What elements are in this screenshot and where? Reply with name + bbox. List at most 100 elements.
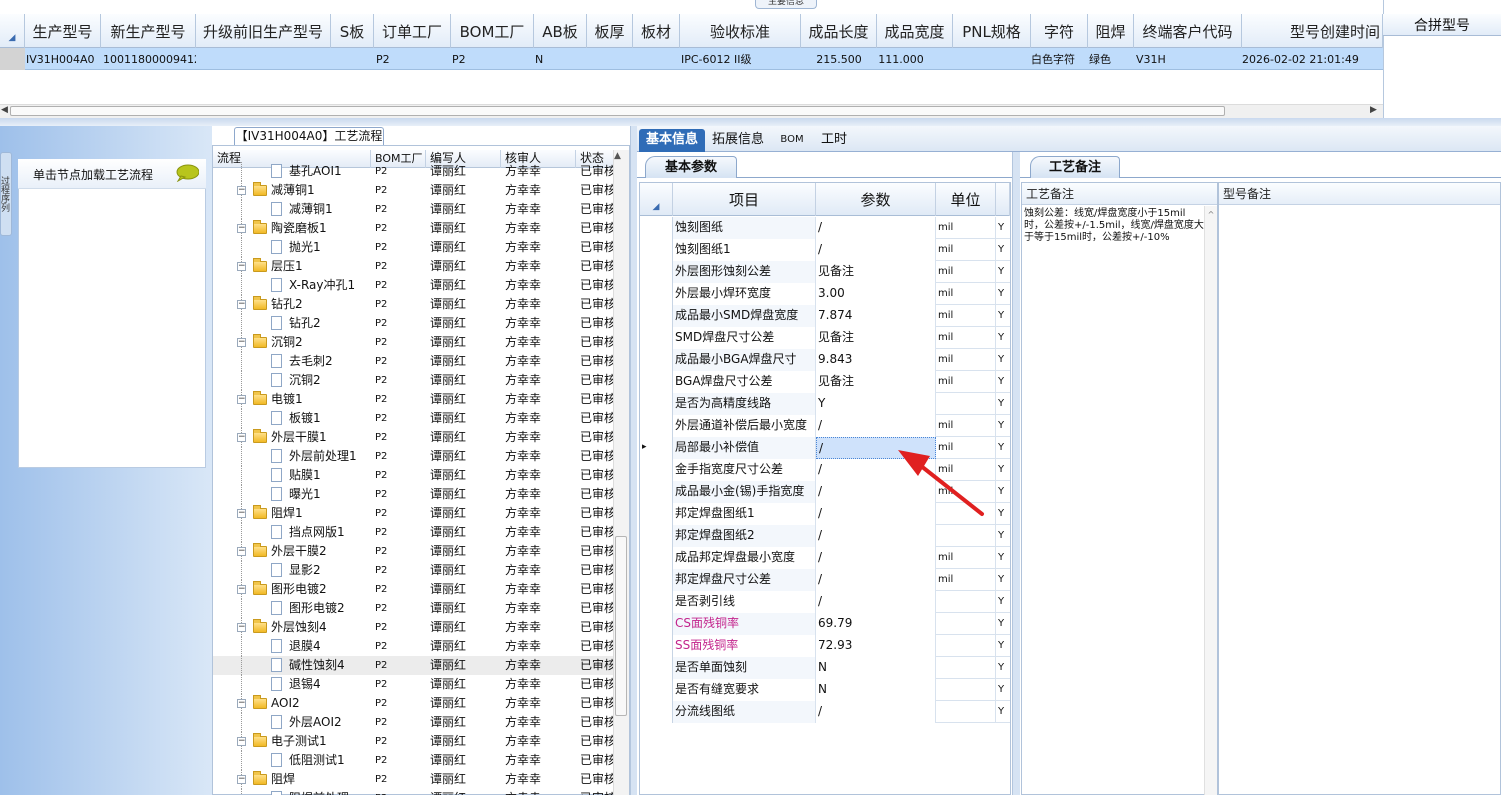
- process-row[interactable]: 低阻测试1 P2 谭丽红 方幸幸 已审核: [213, 751, 613, 770]
- tab-bom[interactable]: BOM: [777, 129, 807, 152]
- splitter[interactable]: [630, 126, 637, 795]
- process-row[interactable]: − 沉铜2 P2 谭丽红 方幸幸 已审核: [213, 333, 613, 352]
- process-row[interactable]: − 层压1 P2 谭丽红 方幸幸 已审核: [213, 257, 613, 276]
- table-row[interactable]: IV31H004A0 10011800009412 P2 P2 N IPC-60…: [0, 48, 1383, 70]
- row-selector[interactable]: [640, 547, 673, 569]
- col-header[interactable]: 字符: [1031, 14, 1088, 48]
- param-row[interactable]: SS面残铜率 72.93 Y: [640, 635, 1010, 657]
- table-cell[interactable]: [331, 48, 374, 70]
- col-header[interactable]: 阻焊: [1088, 14, 1134, 48]
- col-header[interactable]: 成品长度: [801, 14, 877, 48]
- process-row[interactable]: 沉铜2 P2 谭丽红 方幸幸 已审核: [213, 371, 613, 390]
- tab-work-hours[interactable]: 工时: [817, 129, 851, 152]
- process-row[interactable]: 挡点网版1 P2 谭丽红 方幸幸 已审核: [213, 523, 613, 542]
- process-row[interactable]: 碱性蚀刻4 P2 谭丽红 方幸幸 已审核: [213, 656, 613, 675]
- row-selector[interactable]: [640, 393, 673, 415]
- col-header[interactable]: 参数: [816, 183, 936, 216]
- process-row[interactable]: 钻孔2 P2 谭丽红 方幸幸 已审核: [213, 314, 613, 333]
- param-row[interactable]: CS面残铜率 69.79 Y: [640, 613, 1010, 635]
- row-selector[interactable]: [640, 503, 673, 525]
- table-cell[interactable]: P2: [376, 48, 451, 70]
- table-cell[interactable]: IPC-6012 II级: [681, 48, 801, 70]
- param-value[interactable]: /: [816, 217, 936, 239]
- left-strip-tab[interactable]: 过程序列: [0, 152, 12, 236]
- process-row[interactable]: 退锡4 P2 谭丽红 方幸幸 已审核: [213, 675, 613, 694]
- process-flow-tab[interactable]: 【IV31H004A0】工艺流程: [234, 127, 384, 145]
- row-selector[interactable]: [640, 657, 673, 679]
- param-value[interactable]: 见备注: [816, 371, 936, 393]
- process-row[interactable]: − 图形电镀2 P2 谭丽红 方幸幸 已审核: [213, 580, 613, 599]
- param-row[interactable]: 分流线图纸 / Y: [640, 701, 1010, 723]
- param-value[interactable]: Y: [816, 393, 936, 415]
- process-remarks-tab[interactable]: 工艺备注: [1030, 156, 1120, 178]
- collapse-icon[interactable]: −: [237, 433, 246, 442]
- process-row[interactable]: 板镀1 P2 谭丽红 方幸幸 已审核: [213, 409, 613, 428]
- collapse-icon[interactable]: −: [237, 186, 246, 195]
- process-row[interactable]: 退膜4 P2 谭丽红 方幸幸 已审核: [213, 637, 613, 656]
- param-value[interactable]: /: [816, 701, 936, 723]
- param-value[interactable]: 7.874: [816, 305, 936, 327]
- process-row[interactable]: − AOI2 P2 谭丽红 方幸幸 已审核: [213, 694, 613, 713]
- col-header[interactable]: 单位: [936, 183, 996, 216]
- process-row[interactable]: 减薄铜1 P2 谭丽红 方幸幸 已审核: [213, 200, 613, 219]
- col-header[interactable]: 订单工厂: [374, 14, 451, 48]
- row-selector[interactable]: [640, 591, 673, 613]
- row-selector[interactable]: [640, 327, 673, 349]
- scroll-left-icon[interactable]: ◀: [1, 105, 8, 115]
- tab-extended-info[interactable]: 拓展信息: [707, 129, 769, 152]
- row-selector-header[interactable]: ◢: [640, 183, 673, 216]
- row-selector[interactable]: [640, 261, 673, 283]
- collapse-icon[interactable]: −: [237, 699, 246, 708]
- param-row[interactable]: BGA焊盘尺寸公差 见备注 mil Y: [640, 371, 1010, 393]
- col-header[interactable]: 板厚: [587, 14, 633, 48]
- row-selector[interactable]: [0, 48, 25, 70]
- table-cell[interactable]: P2: [452, 48, 534, 70]
- collapse-icon[interactable]: −: [237, 585, 246, 594]
- param-value[interactable]: 69.79: [816, 613, 936, 635]
- process-row[interactable]: 显影2 P2 谭丽红 方幸幸 已审核: [213, 561, 613, 580]
- param-row[interactable]: 是否剥引线 / Y: [640, 591, 1010, 613]
- process-row[interactable]: 基孔AOI1 P2 谭丽红 方幸幸 已审核: [213, 162, 613, 181]
- row-selector[interactable]: [640, 481, 673, 503]
- param-row[interactable]: 蚀刻图纸1/mil Y: [640, 239, 1010, 261]
- process-row[interactable]: − 钻孔2 P2 谭丽红 方幸幸 已审核: [213, 295, 613, 314]
- param-row[interactable]: 成品最小BGA焊盘尺寸 9.843 mil Y: [640, 349, 1010, 371]
- scroll-up-icon[interactable]: ▲: [614, 151, 621, 161]
- table-cell[interactable]: 白色字符: [1031, 48, 1088, 70]
- process-row[interactable]: − 外层干膜1 P2 谭丽红 方幸幸 已审核: [213, 428, 613, 447]
- row-selector[interactable]: [640, 217, 673, 239]
- table-cell[interactable]: [953, 48, 1031, 70]
- row-selector[interactable]: [640, 305, 673, 327]
- speech-bubble-icon[interactable]: [175, 164, 200, 183]
- row-selector[interactable]: [640, 415, 673, 437]
- col-header[interactable]: 项目: [673, 183, 816, 216]
- param-value[interactable]: N: [816, 679, 936, 701]
- param-value[interactable]: 见备注: [816, 327, 936, 349]
- param-value[interactable]: /: [816, 239, 936, 261]
- collapse-icon[interactable]: −: [237, 775, 246, 784]
- basic-params-tab[interactable]: 基本参数: [645, 156, 737, 178]
- row-selector[interactable]: [640, 239, 673, 261]
- process-row[interactable]: − 减薄铜1 P2 谭丽红 方幸幸 已审核: [213, 181, 613, 200]
- process-row[interactable]: − 电子测试1 P2 谭丽红 方幸幸 已审核: [213, 732, 613, 751]
- main-info-tab[interactable]: 主要信息: [755, 0, 817, 9]
- process-row[interactable]: − 外层干膜2 P2 谭丽红 方幸幸 已审核: [213, 542, 613, 561]
- scroll-right-icon[interactable]: ▶: [1370, 105, 1377, 115]
- collapse-icon[interactable]: −: [237, 623, 246, 632]
- col-header[interactable]: 型号创建时间: [1242, 14, 1383, 48]
- process-row[interactable]: − 外层蚀刻4 P2 谭丽红 方幸幸 已审核: [213, 618, 613, 637]
- param-row[interactable]: 邦定焊盘尺寸公差 / mil Y: [640, 569, 1010, 591]
- param-value[interactable]: 见备注: [816, 261, 936, 283]
- table-cell[interactable]: [587, 48, 633, 70]
- row-selector[interactable]: [640, 525, 673, 547]
- collapse-icon[interactable]: −: [237, 300, 246, 309]
- row-selector[interactable]: [640, 283, 673, 305]
- param-row[interactable]: 是否为高精度线路 Y Y: [640, 393, 1010, 415]
- table-cell[interactable]: IV31H004A0: [26, 48, 101, 70]
- model-remarks-box[interactable]: [1218, 182, 1501, 795]
- param-value[interactable]: /: [816, 415, 936, 437]
- param-row[interactable]: SMD焊盘尺寸公差 见备注 mil Y: [640, 327, 1010, 349]
- process-row[interactable]: 抛光1 P2 谭丽红 方幸幸 已审核: [213, 238, 613, 257]
- param-row[interactable]: 成品最小SMD焊盘宽度 7.874 mil Y: [640, 305, 1010, 327]
- col-header[interactable]: 生产型号: [25, 14, 101, 48]
